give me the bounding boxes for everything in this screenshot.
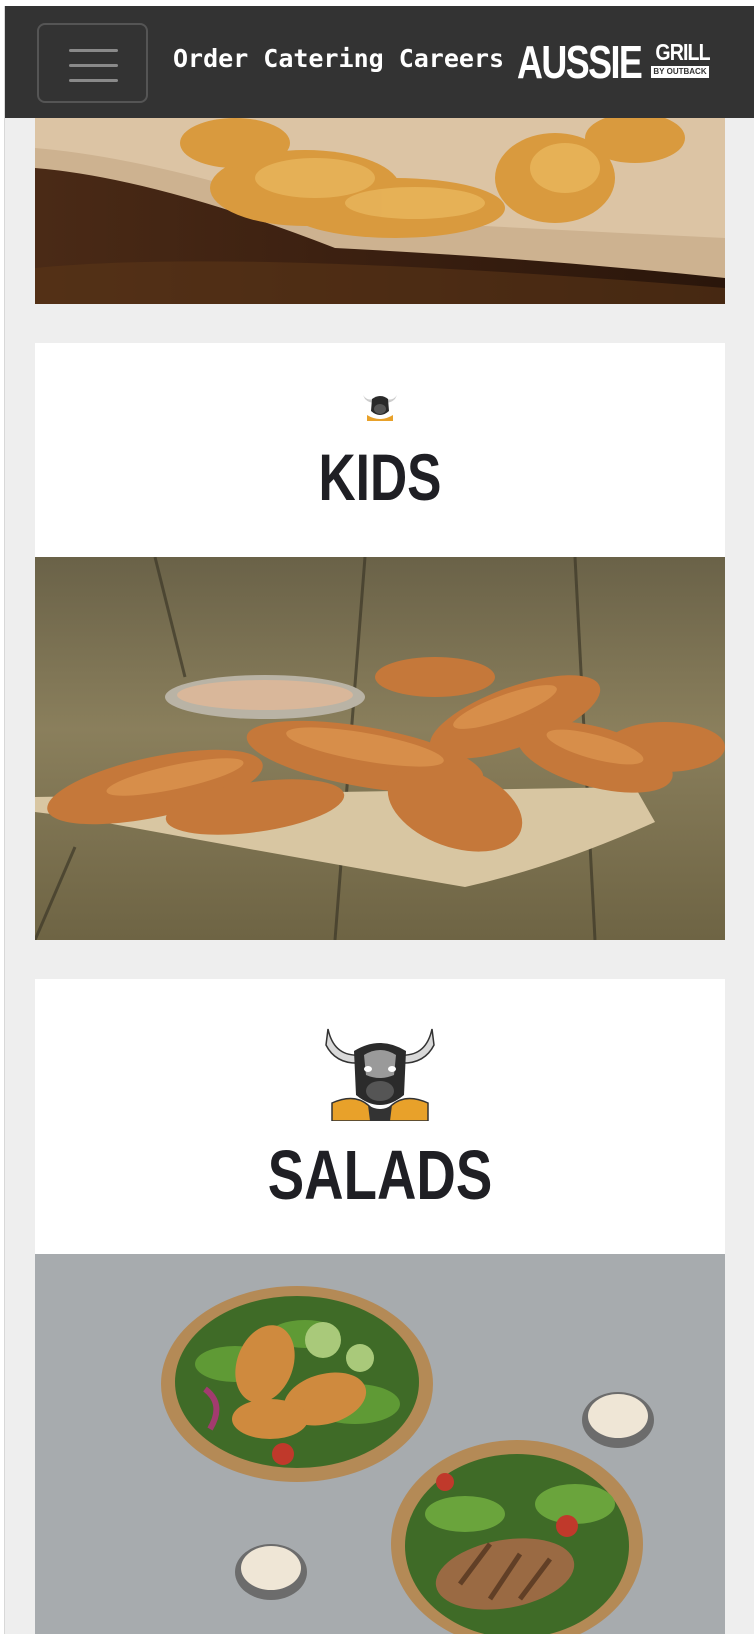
- menu-bar-icon: [69, 79, 118, 82]
- previous-section-photo[interactable]: [35, 118, 725, 304]
- aussie-grill-logo[interactable]: AUSSIE GRILL BY OUTBACK: [517, 36, 711, 88]
- nav-link-careers[interactable]: Careers: [399, 44, 504, 73]
- menu-bar-icon: [69, 49, 118, 52]
- bull-mascot-icon: [325, 1028, 435, 1121]
- nav-links: Order Catering Careers: [173, 44, 504, 73]
- logo-main-text: AUSSIE: [517, 36, 643, 88]
- chicken-strips-photo: [35, 118, 725, 304]
- menu-bar-icon: [69, 64, 118, 67]
- kids-section-photo[interactable]: [35, 557, 725, 940]
- hamburger-menu-button[interactable]: [37, 23, 148, 103]
- kids-section-header[interactable]: KIDS: [35, 343, 725, 557]
- top-navbar: Order Catering Careers AUSSIE GRILL BY O…: [5, 6, 754, 118]
- logo-grill-text: GRILL: [655, 39, 710, 65]
- nav-link-catering[interactable]: Catering: [263, 44, 383, 73]
- salads-section-header[interactable]: SALADS: [35, 979, 725, 1254]
- bull-mascot-icon: [363, 395, 397, 421]
- salad-bowls-photo: [35, 1254, 725, 1634]
- logo-outback-text: BY OUTBACK: [651, 66, 709, 78]
- logo-side: GRILL BY OUTBACK: [651, 39, 711, 78]
- page: Order Catering Careers AUSSIE GRILL BY O…: [4, 6, 754, 1634]
- section-title-salads: SALADS: [267, 1136, 493, 1214]
- nav-link-order[interactable]: Order: [173, 44, 248, 73]
- section-title-kids: KIDS: [318, 440, 442, 514]
- chicken-tenders-photo: [35, 557, 725, 940]
- salads-section-photo[interactable]: [35, 1254, 725, 1634]
